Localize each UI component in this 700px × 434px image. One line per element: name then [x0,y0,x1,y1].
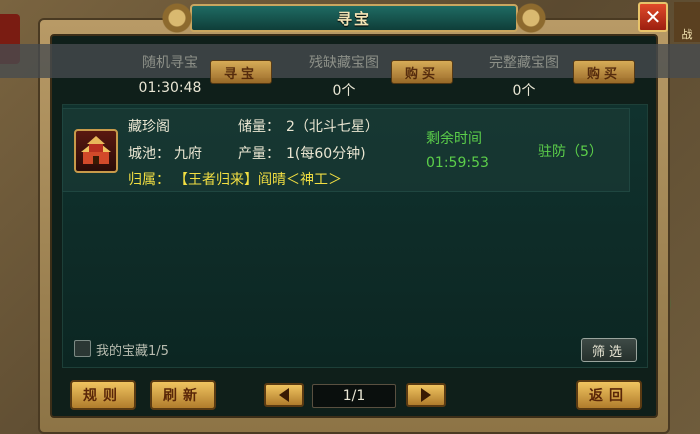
title-ornament-left-icon [158,0,196,36]
title-bar: 寻宝 [158,0,550,36]
output-value: 1(每60分钟) [286,146,366,162]
next-page-button[interactable] [406,383,446,407]
city-value: 九府 [174,146,202,162]
close-icon: ✕ [644,5,662,29]
filter-button[interactable]: 筛选 [581,338,637,362]
buy-partial-map-button[interactable]: 购买 [391,60,453,84]
page-indicator: 1/1 [312,384,396,408]
close-button[interactable]: ✕ [638,2,668,32]
treasure-name: 藏珍阁 [128,119,170,135]
owner-label: 归属： [128,172,170,188]
my-treasure-checkbox[interactable] [74,340,91,357]
prev-page-button[interactable] [264,383,304,407]
stock-value: 2（北斗七星） [286,119,379,135]
remaining-time-value: 01:59:53 [426,155,489,171]
palace-icon[interactable] [74,129,118,173]
back-button[interactable]: 返回 [576,380,642,410]
arrow-right-icon [421,388,431,402]
stock-label: 储量： [238,119,280,135]
partial-map-label: 残缺藏宝图 [309,55,379,71]
buy-full-map-button[interactable]: 购买 [573,60,635,84]
full-map-count: 0个 [512,83,536,99]
output-label: 产量： [238,146,280,162]
partial-map-count: 0个 [332,83,356,99]
full-map-label: 完整藏宝图 [489,55,559,71]
window-title: 寻宝 [336,9,371,28]
rules-button[interactable]: 规则 [70,380,136,410]
hunt-button[interactable]: 寻宝 [210,60,272,84]
arrow-left-icon [279,388,289,402]
right-side-badge-text: 战 [681,28,693,41]
garrison-count: 驻防（5） [538,144,603,160]
remaining-time-label: 剩余时间 [426,131,482,147]
refresh-button[interactable]: 刷新 [150,380,216,410]
my-treasure-label: 我的宝藏1/5 [96,344,169,359]
owner-value: 【王者归来】阎晴＜神工＞ [174,172,342,188]
city-label: 城池： [128,146,170,162]
right-side-badge[interactable]: 战 [674,2,700,42]
title-ornament-right-icon [512,0,550,36]
